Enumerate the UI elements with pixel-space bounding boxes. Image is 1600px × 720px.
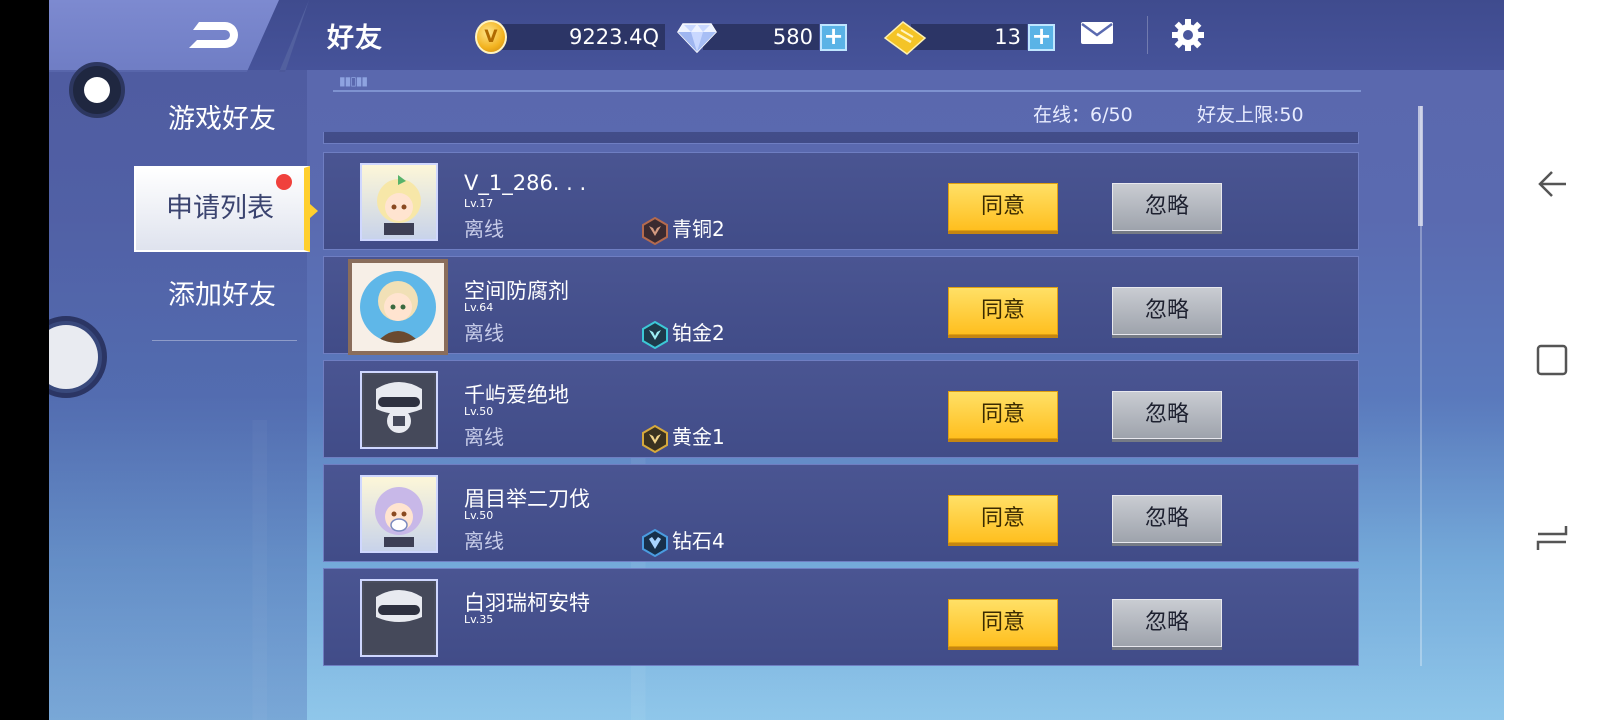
masked-girl-avatar-icon: [375, 487, 423, 547]
recents-icon[interactable]: [1534, 342, 1570, 378]
ignore-button[interactable]: 忽略: [1112, 599, 1222, 647]
gas-mask-avatar-icon: [364, 583, 434, 653]
friend-limit: 好友上限:50: [1197, 104, 1304, 126]
request-list[interactable]: V_1_286. . . Lv.17 离线 青铜2 同意 忽略 空间防腐剂 Lv…: [323, 132, 1359, 694]
diamond-gem-icon: [677, 23, 717, 54]
nav-request-list[interactable]: 申请列表: [134, 166, 318, 252]
rank-label: 黄金1: [672, 425, 725, 449]
back-arrow-icon: [189, 22, 238, 48]
friend-status: 离线: [464, 217, 504, 241]
rank-label: 铂金2: [672, 321, 725, 345]
notification-badge: [276, 174, 292, 190]
list-item-partial: [323, 132, 1359, 144]
request-list-panel: ▮▮▯▮▮ 在线：6/50 好友上限:50 V_1_286. . . Lv.17…: [307, 66, 1452, 666]
page-title: 好友: [327, 23, 383, 54]
gem-add-button[interactable]: +: [820, 24, 847, 51]
friend-status: 离线: [464, 321, 504, 345]
gem-currency: 580 +: [677, 20, 897, 54]
avatar[interactable]: [360, 371, 438, 449]
home-icon[interactable]: [1534, 520, 1570, 556]
agree-button[interactable]: 同意: [948, 495, 1058, 543]
gold-currency: 9223.4Q V: [475, 20, 685, 54]
nav-add-friend[interactable]: 添加好友: [134, 253, 310, 339]
nav-request-list-label: 申请列表: [166, 193, 274, 224]
list-item: 眉目举二刀伐 Lv.50 离线 钻石4 同意 忽略: [323, 464, 1359, 562]
gem-value: 580: [703, 24, 819, 50]
list-item: 空间防腐剂 Lv.64 离线 铂金2 同意 忽略: [323, 256, 1359, 355]
ignore-button[interactable]: 忽略: [1112, 495, 1222, 543]
title-divider: [279, 0, 309, 72]
ticket-add-button[interactable]: +: [1028, 24, 1055, 51]
gold-rank-icon: [642, 425, 668, 453]
agree-button[interactable]: 同意: [948, 183, 1058, 231]
system-nav-bar: [1504, 0, 1600, 720]
friend-status: 离线: [464, 529, 504, 553]
avatar[interactable]: [348, 259, 448, 355]
topbar-separator: [1147, 16, 1148, 54]
avatar[interactable]: [360, 579, 438, 657]
scrollbar-thumb[interactable]: [1418, 106, 1423, 226]
gold-value: 9223.4Q: [495, 24, 665, 50]
friend-level: Lv.64: [464, 301, 494, 314]
friend-level: Lv.50: [464, 405, 494, 418]
agree-button[interactable]: 同意: [948, 599, 1058, 647]
top-bar: 好友 9223.4Q V 580 + 13 +: [49, 0, 1504, 72]
back-button[interactable]: [49, 0, 279, 72]
agree-button[interactable]: 同意: [948, 391, 1058, 439]
list-item: 千屿爱绝地 Lv.50 离线 黄金1 同意 忽略: [323, 360, 1359, 458]
gear-icon[interactable]: [1170, 17, 1206, 53]
agree-button[interactable]: 同意: [948, 287, 1058, 335]
list-item: V_1_286. . . Lv.17 离线 青铜2 同意 忽略: [323, 152, 1359, 250]
diamond-rank-icon: [642, 529, 668, 557]
mail-icon[interactable]: [1079, 18, 1115, 48]
nav-divider: [152, 340, 297, 341]
rank-label: 钻石4: [672, 529, 725, 553]
ignore-button[interactable]: 忽略: [1112, 183, 1222, 231]
friend-level: Lv.35: [464, 613, 494, 626]
floating-assist-button[interactable]: [69, 62, 125, 118]
friend-status: 离线: [464, 425, 504, 449]
boy-avatar-icon: [376, 281, 420, 343]
bronze-rank-icon: [642, 217, 668, 245]
platinum-rank-icon: [642, 321, 668, 349]
barcode-decoration: ▮▮▯▮▮: [339, 74, 368, 88]
nav-game-friends[interactable]: 游戏好友: [134, 77, 310, 163]
friend-name: V_1_286. . .: [464, 171, 587, 195]
list-item: 白羽瑞柯安特 Lv.35 同意 忽略: [323, 568, 1359, 666]
panel-top-line: [333, 90, 1361, 92]
ticket-currency: 13 +: [881, 20, 1101, 55]
online-count: 在线：6/50: [1033, 104, 1133, 126]
ignore-button[interactable]: 忽略: [1112, 391, 1222, 439]
avatar[interactable]: [360, 475, 438, 553]
avatar[interactable]: [360, 163, 438, 241]
game-screen: 好友 9223.4Q V 580 + 13 + 游戏好友 申请列表 添加好友 ▮…: [49, 0, 1504, 720]
friend-level: Lv.50: [464, 509, 494, 522]
ignore-button[interactable]: 忽略: [1112, 287, 1222, 335]
friend-level: Lv.17: [464, 197, 494, 210]
girl-avatar-icon: [377, 175, 421, 235]
gas-mask-avatar-icon: [364, 375, 434, 445]
ticket-icon: [883, 21, 927, 55]
back-arrow-icon[interactable]: [1534, 166, 1570, 202]
gold-coin-icon: V: [475, 20, 507, 54]
rank-label: 青铜2: [672, 217, 725, 241]
